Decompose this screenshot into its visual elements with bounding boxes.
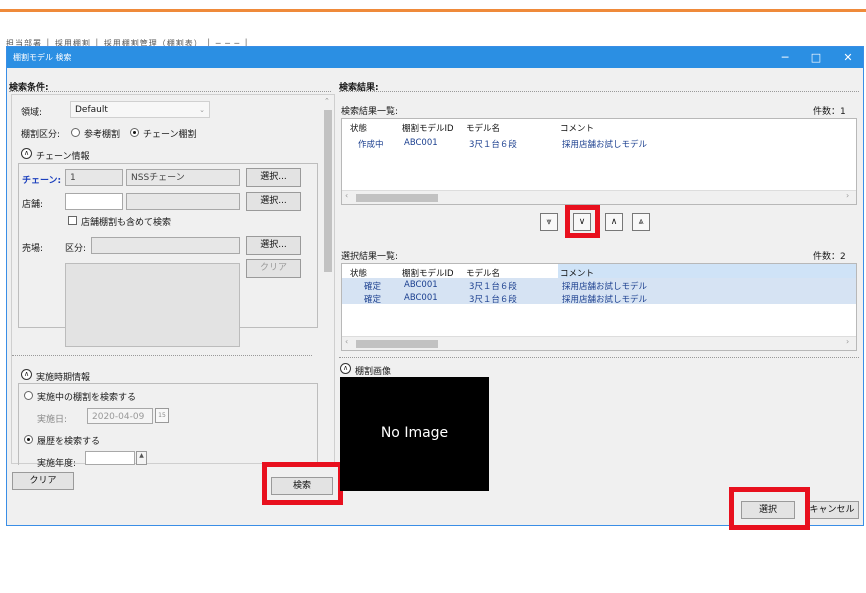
cell-name: 3尺１台６段 [469, 295, 517, 305]
scroll-left-icon[interactable]: ‹ [345, 191, 348, 200]
results-grid[interactable]: 状態 棚割モデルID モデル名 コメント 作成中 ABC001 3尺１台６段 採… [341, 118, 857, 205]
region-select[interactable]: Default ⌄ [70, 101, 210, 118]
selected-grid[interactable]: 状態 棚割モデルID モデル名 コメント 確定 ABC001 3尺１台６段 採用… [341, 263, 857, 351]
sales-floor-label: 売場: [22, 244, 44, 254]
image-section-title: 棚割画像 [355, 367, 392, 377]
cell-comment: 採用店舗お試しモデル [562, 140, 648, 150]
minimize-button[interactable]: ─ [770, 49, 800, 66]
radio-history[interactable] [24, 435, 33, 444]
store-select-button[interactable]: 選択... [246, 192, 301, 211]
cell-id: ABC001 [404, 293, 438, 303]
division-select-button[interactable]: 選択... [246, 236, 301, 255]
division-clear-button[interactable]: クリア [246, 259, 301, 278]
cell-id: ABC001 [404, 280, 438, 290]
scroll-right-icon[interactable]: › [846, 191, 849, 200]
highlight-move-down [565, 205, 600, 238]
top-accent-line [0, 0, 866, 12]
division-list-box[interactable] [65, 263, 240, 347]
window-title: 棚割モデル 検索 [13, 53, 72, 62]
cell-comment: 採用店舗お試しモデル [562, 295, 648, 305]
selected-count: 件数：2 [813, 252, 846, 262]
table-row[interactable]: 確定 ABC001 3尺１台６段 採用店舗お試しモデル [342, 291, 856, 305]
calendar-icon[interactable]: 15 [155, 408, 169, 423]
scroll-left-icon[interactable]: ‹ [345, 337, 348, 346]
chain-name-field[interactable]: NSSチェーン [126, 169, 240, 186]
close-button[interactable]: ✕ [833, 49, 863, 66]
division-label: 区分: [65, 244, 87, 254]
radio-chain[interactable] [130, 128, 139, 137]
region-label: 領域: [21, 108, 43, 118]
table-row[interactable]: 作成中 ABC001 3尺１台６段 採用店舗お試しモデル [342, 119, 856, 151]
table-row[interactable]: 確定 ABC001 3尺１台６段 採用店舗お試しモデル [342, 278, 856, 292]
selected-title: 選択結果一覧: [341, 252, 399, 262]
search-dialog: 棚割モデル 検索 ─ □ ✕ 検索条件: 領域: Default ⌄ 棚割区分:… [6, 46, 864, 530]
divider [339, 357, 859, 358]
conditions-panel: 領域: Default ⌄ 棚割区分: 参考棚割 チェーン棚割 ∧ チェーン情報… [11, 94, 335, 469]
chevron-down-icon: ⌄ [199, 106, 205, 114]
scroll-thumb[interactable] [324, 110, 332, 272]
move-up-button[interactable]: ∧ [605, 213, 623, 231]
shelf-image: No Image [340, 377, 489, 491]
title-bar: 棚割モデル 検索 ─ □ ✕ [7, 47, 863, 68]
no-image-text: No Image [380, 425, 449, 441]
store-label: 店舗: [22, 200, 44, 210]
store-code-field[interactable] [65, 193, 123, 210]
radio-chain-label: チェーン棚割 [143, 130, 197, 140]
store-name-field[interactable] [126, 193, 240, 210]
include-store-label: 店舗棚割も含めて検索 [81, 218, 172, 228]
results-title: 検索結果一覧: [341, 107, 399, 117]
chain-label: チェーン: [22, 176, 62, 186]
selected-hscroll[interactable]: ‹ › [342, 336, 856, 350]
date-label: 実施日: [37, 415, 68, 425]
radio-reference-label: 参考棚割 [84, 130, 121, 140]
cancel-button[interactable]: キャンセル [805, 501, 859, 519]
divider [12, 355, 312, 356]
divider [9, 91, 331, 92]
radio-current-label: 実施中の棚割を検索する [37, 393, 137, 403]
include-store-checkbox[interactable] [68, 216, 77, 225]
division-field[interactable] [91, 237, 240, 254]
radio-current[interactable] [24, 391, 33, 400]
results-count: 件数：1 [813, 107, 846, 117]
collapse-chevron-icon[interactable]: ∧ [340, 363, 351, 374]
chain-section-title: チェーン情報 [36, 152, 90, 162]
date-field[interactable]: 2020-04-09 [87, 408, 153, 424]
region-value: Default [75, 105, 108, 115]
move-all-up-button[interactable]: ⩓ [632, 213, 650, 231]
scroll-right-icon[interactable]: › [846, 337, 849, 346]
scroll-thumb[interactable] [356, 340, 438, 348]
collapse-chevron-icon[interactable]: ∧ [21, 369, 32, 380]
move-all-down-button[interactable]: ⩔ [540, 213, 558, 231]
results-hscroll[interactable]: ‹ › [342, 190, 856, 204]
maximize-button[interactable]: □ [801, 49, 831, 66]
period-section-title: 実施時期情報 [36, 373, 91, 383]
divider [339, 91, 859, 92]
clear-button[interactable]: クリア [12, 472, 74, 490]
year-label: 実施年度: [37, 459, 77, 469]
cell-status: 作成中 [358, 140, 384, 150]
radio-history-label: 履歴を検索する [37, 437, 101, 447]
cell-id: ABC001 [404, 138, 438, 148]
collapse-chevron-icon[interactable]: ∧ [21, 148, 32, 159]
highlight-select-button [729, 487, 810, 530]
category-label: 棚割区分: [21, 130, 61, 140]
radio-reference[interactable] [71, 128, 80, 137]
scroll-up-icon[interactable]: ⌃ [324, 97, 330, 105]
chain-select-button[interactable]: 選択... [246, 168, 301, 187]
cell-status: 確定 [364, 295, 382, 305]
year-field[interactable] [85, 451, 135, 465]
highlight-search-button [262, 462, 343, 505]
year-spinner-icon[interactable]: ▲ [136, 451, 147, 465]
chain-code-field[interactable]: 1 [65, 169, 123, 186]
cell-name: 3尺１台６段 [469, 140, 517, 150]
conditions-scrollbar[interactable]: ⌃ [322, 95, 334, 463]
scroll-thumb[interactable] [356, 194, 438, 202]
